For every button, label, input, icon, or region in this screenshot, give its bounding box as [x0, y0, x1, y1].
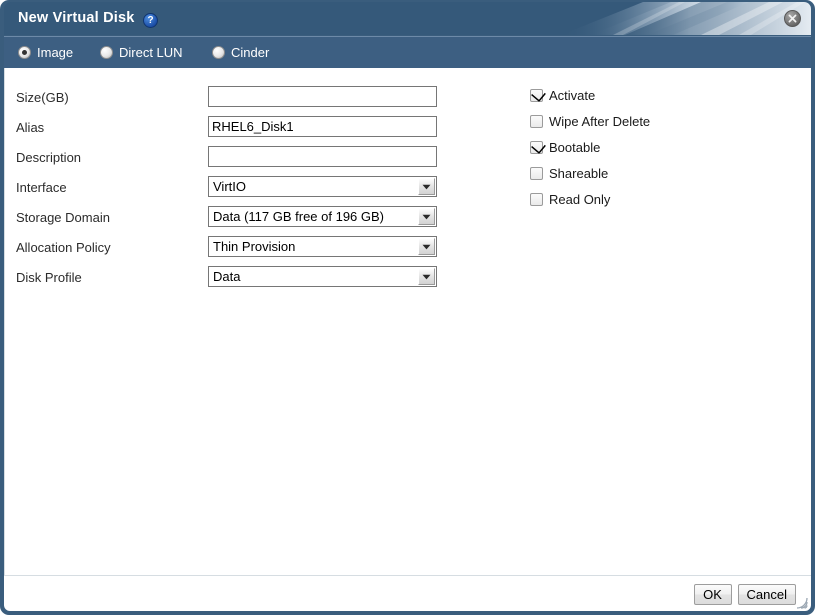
checkbox-label-wipe-after-delete: Wipe After Delete — [549, 113, 651, 129]
checkbox-wipe-after-delete[interactable]: Wipe After Delete — [530, 108, 780, 134]
chevron-down-icon[interactable] — [418, 178, 435, 195]
ok-button[interactable]: OK — [693, 584, 732, 605]
field-label-storage-domain: Storage Domain — [16, 210, 110, 225]
field-control-alias — [208, 116, 437, 137]
allocation-policy-dropdown[interactable]: Thin Provision — [208, 236, 437, 257]
checkbox-icon[interactable] — [530, 140, 543, 154]
dialog-content-area: Size(GB) Alias Description Interface VirtIO S… — [4, 68, 811, 575]
checkbox-icon[interactable] — [530, 88, 543, 102]
form-row-alias: Alias — [5, 114, 455, 144]
chevron-down-icon[interactable] — [418, 238, 435, 255]
checkbox-label-activate: Activate — [549, 87, 596, 103]
field-label-interface: Interface — [16, 180, 67, 195]
checkbox-icon[interactable] — [530, 114, 543, 128]
field-control-description — [208, 146, 437, 167]
page-title: New Virtual Disk — [18, 10, 135, 26]
checkbox-label-bootable: Bootable — [549, 139, 601, 155]
checkbox-shareable[interactable]: Shareable — [530, 160, 780, 186]
field-label-allocation-policy: Allocation Policy — [16, 240, 111, 255]
field-label-sizegb: Size(GB) — [16, 90, 69, 105]
form-row-disk-profile: Disk Profile Data — [5, 264, 455, 294]
field-control-interface: VirtIO — [208, 176, 437, 197]
chevron-down-icon[interactable] — [418, 268, 435, 285]
radio-button-icon[interactable] — [212, 46, 225, 59]
radio-option-cinder[interactable]: Cinder — [212, 45, 269, 60]
checkbox-icon[interactable] — [530, 166, 543, 180]
form-row-sizegb: Size(GB) — [5, 84, 455, 114]
storage-domain-selected-value: Data (117 GB free of 196 GB) — [213, 209, 385, 224]
checkbox-activate[interactable]: Activate — [530, 82, 780, 108]
disk-profile-selected-value: Data — [213, 269, 241, 284]
storage-domain-dropdown[interactable]: Data (117 GB free of 196 GB) — [208, 206, 437, 227]
resize-grip-handle[interactable] — [792, 593, 808, 609]
form-row-description: Description — [5, 144, 455, 174]
field-label-alias: Alias — [16, 120, 45, 135]
titlebar-swoosh-graphic — [551, 2, 811, 35]
radio-option-label: Direct LUN — [119, 45, 183, 60]
disk-profile-dropdown[interactable]: Data — [208, 266, 437, 287]
checkbox-read-only[interactable]: Read Only — [530, 186, 780, 212]
field-label-description: Description — [16, 150, 82, 165]
interface-dropdown[interactable]: VirtIO — [208, 176, 437, 197]
field-control-sizegb — [208, 86, 437, 107]
close-icon[interactable] — [784, 10, 801, 27]
chevron-down-icon[interactable] — [418, 208, 435, 225]
interface-selected-value: VirtIO — [213, 179, 246, 194]
field-control-allocation-policy: Thin Provision — [208, 236, 437, 257]
cancel-button[interactable]: Cancel — [737, 584, 796, 605]
sizegb-input[interactable] — [208, 86, 437, 107]
checkbox-icon[interactable] — [530, 192, 543, 206]
new-virtual-disk-dialog: New Virtual Disk ? Image Direct LUN Cinder… — [0, 0, 815, 615]
disk-type-selector: Image Direct LUN Cinder — [4, 36, 811, 68]
form-row-interface: Interface VirtIO — [5, 174, 455, 204]
radio-button-icon[interactable] — [18, 46, 31, 59]
field-label-disk-profile: Disk Profile — [16, 270, 82, 285]
disk-options-group: Activate Wipe After Delete Bootable Shareab… — [530, 82, 780, 212]
alias-input[interactable] — [208, 116, 437, 137]
radio-button-icon[interactable] — [100, 46, 113, 59]
question-mark-icon[interactable]: ? — [143, 13, 158, 28]
form-row-storage-domain: Storage Domain Data (117 GB free of 196 G… — [5, 204, 455, 234]
dialog-footer: OK Cancel — [4, 575, 811, 611]
dialog-title-bar: New Virtual Disk ? — [4, 2, 811, 35]
radio-option-direct-lun[interactable]: Direct LUN — [100, 45, 183, 60]
form-row-allocation-policy: Allocation Policy Thin Provision — [5, 234, 455, 264]
field-control-storage-domain: Data (117 GB free of 196 GB) — [208, 206, 437, 227]
checkbox-bootable[interactable]: Bootable — [530, 134, 780, 160]
allocation-policy-selected-value: Thin Provision — [213, 239, 296, 254]
checkbox-label-read-only: Read Only — [549, 191, 611, 207]
radio-option-image[interactable]: Image — [18, 45, 73, 60]
field-control-disk-profile: Data — [208, 266, 437, 287]
footer-button-group: OK Cancel — [693, 584, 796, 605]
checkbox-label-shareable: Shareable — [549, 165, 609, 181]
radio-option-label: Image — [37, 45, 74, 60]
description-input[interactable] — [208, 146, 437, 167]
radio-option-label: Cinder — [231, 45, 270, 60]
